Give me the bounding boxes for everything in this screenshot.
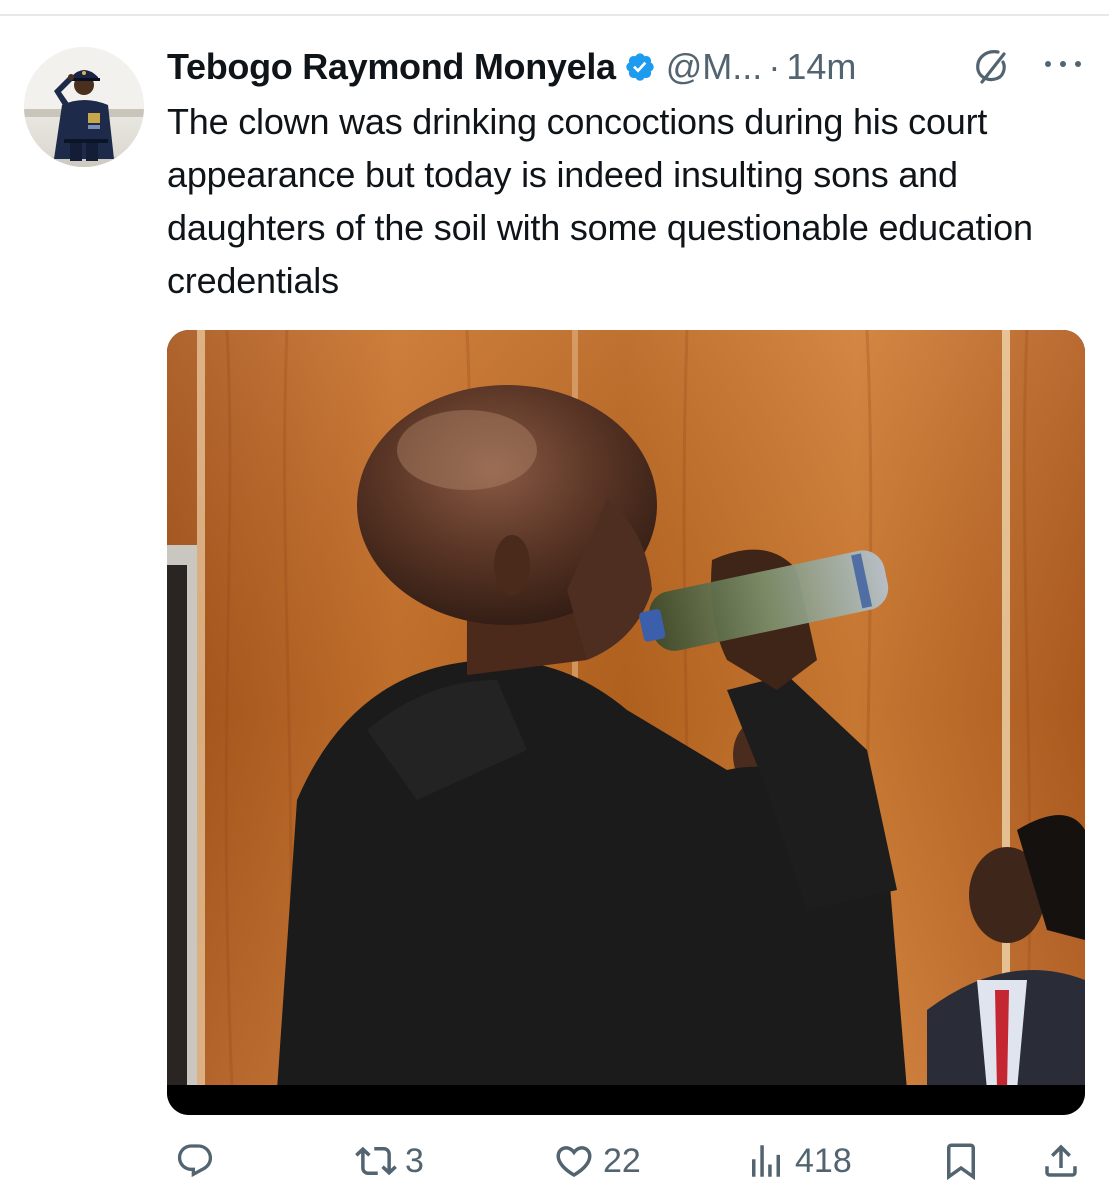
views-count: 418 [795,1141,852,1180]
like-button[interactable]: 22 [553,1132,641,1190]
retweet-icon [355,1146,397,1176]
video-still-image [167,330,1085,1115]
bookmark-icon [947,1143,975,1181]
verified-badge-icon[interactable] [624,51,656,83]
reply-icon [177,1144,213,1178]
grok-icon[interactable] [970,46,1014,86]
tweet-media-video[interactable] [167,330,1085,1115]
author-handle[interactable]: @M... [666,46,763,88]
tweet-header: Tebogo Raymond Monyela @M... · 14m [167,40,856,94]
retweet-button[interactable]: 3 [355,1132,424,1190]
author-display-name[interactable]: Tebogo Raymond Monyela [167,46,616,88]
views-button[interactable]: 418 [745,1132,852,1190]
retweet-count: 3 [405,1141,424,1180]
tweet-action-bar: 3 22 418 [0,1132,1109,1190]
like-count: 22 [603,1141,641,1180]
tweet-timestamp[interactable]: 14m [786,46,856,88]
heart-icon [556,1146,592,1178]
header-separator: · [768,46,781,87]
more-options-icon[interactable] [1040,52,1086,76]
author-avatar[interactable] [24,47,144,167]
share-button[interactable] [1040,1132,1082,1190]
views-chart-icon [752,1145,780,1177]
avatar-saluting-officer-icon [24,47,144,167]
share-icon [1045,1144,1077,1177]
bookmark-button[interactable] [940,1132,982,1190]
reply-button[interactable] [175,1132,223,1190]
tweet-body-text: The clown was drinking concoctions durin… [167,101,1033,301]
top-divider [0,14,1109,16]
